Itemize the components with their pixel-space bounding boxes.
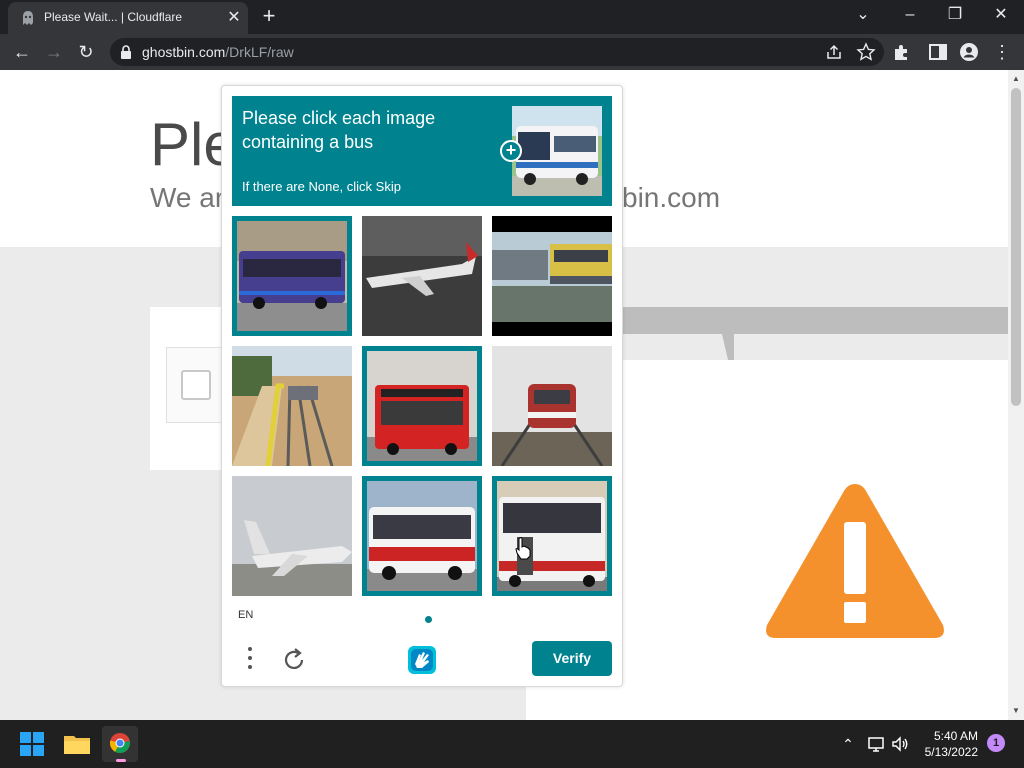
profile-avatar-icon[interactable] <box>959 42 979 62</box>
clock-date: 5/13/2022 <box>924 745 978 759</box>
address-bar[interactable]: ghostbin.com/DrkLF/raw <box>110 38 884 66</box>
language-selector[interactable]: EN <box>238 609 253 621</box>
kebab-menu-icon[interactable]: ⋮ <box>988 38 1016 66</box>
scroll-thumb[interactable] <box>1011 88 1021 406</box>
url-text: ghostbin.com/DrkLF/raw <box>142 44 294 60</box>
bookmark-star-icon[interactable] <box>856 42 876 62</box>
tab-close-icon[interactable]: ✕ <box>224 8 244 28</box>
url-path: /DrkLF/raw <box>225 44 294 60</box>
page-indicator-dot <box>425 616 432 623</box>
captcha-tile-4[interactable] <box>232 346 352 466</box>
minimize-icon[interactable]: – <box>896 4 924 26</box>
scroll-down-icon[interactable]: ▼ <box>1011 706 1021 716</box>
captcha-tile-3[interactable] <box>492 216 612 336</box>
forward-arrow-icon[interactable]: → <box>40 38 68 66</box>
windows-start-icon[interactable] <box>14 726 50 762</box>
page-subtitle-left: We ar <box>150 182 225 213</box>
close-window-icon[interactable]: ✕ <box>987 4 1015 26</box>
captcha-tile-5[interactable] <box>362 346 482 466</box>
prompt-subtitle: If there are None, click Skip <box>242 179 401 194</box>
captcha-tile-2[interactable] <box>362 216 482 336</box>
notification-badge[interactable]: 1 <box>987 734 1005 752</box>
file-explorer-icon[interactable] <box>59 726 95 762</box>
zoom-plus-icon[interactable]: + <box>500 140 522 162</box>
chrome-taskbar-button[interactable] <box>102 726 138 762</box>
url-domain: ghostbin.com <box>142 44 226 60</box>
browser-tab[interactable]: Please Wait... | Cloudflare ✕ <box>8 2 248 34</box>
chrome-icon <box>109 733 130 753</box>
captcha-tile-8[interactable] <box>362 476 482 596</box>
reload-icon[interactable]: ↻ <box>72 38 100 66</box>
gray-banner <box>622 307 1008 334</box>
tab-search-icon[interactable]: ⌄ <box>849 4 877 26</box>
verify-button[interactable]: Verify <box>532 641 612 676</box>
banner-notch <box>722 334 734 360</box>
refresh-icon[interactable] <box>280 646 308 674</box>
example-bus-image <box>512 106 602 196</box>
restore-icon[interactable]: ❐ <box>941 4 969 26</box>
show-hidden-icons-chevron-icon[interactable]: ⌃ <box>838 734 858 754</box>
extensions-puzzle-icon[interactable] <box>892 42 912 62</box>
system-clock[interactable]: 5:40 AM 5/13/2022 <box>914 728 978 760</box>
scroll-up-icon[interactable]: ▲ <box>1011 74 1021 84</box>
warning-triangle-icon <box>766 484 944 638</box>
tab-title: Please Wait... | Cloudflare <box>44 10 183 24</box>
captcha-tile-9[interactable] <box>492 476 612 596</box>
captcha-checkbox-container <box>166 347 226 423</box>
prompt-title: Please click each image containing a bus <box>242 108 436 152</box>
clock-time: 5:40 AM <box>933 729 978 743</box>
volume-icon[interactable] <box>890 734 910 754</box>
page-scrollbar[interactable]: ▲ ▼ <box>1008 70 1024 720</box>
lock-icon <box>121 45 131 59</box>
back-arrow-icon[interactable]: ← <box>8 38 36 66</box>
hand-cursor-icon <box>515 537 531 560</box>
hcaptcha-logo-icon <box>408 646 436 674</box>
ghost-favicon-icon <box>23 11 33 25</box>
captcha-tile-7[interactable] <box>232 476 352 596</box>
page-subtitle-right: bin.com <box>622 182 721 213</box>
new-tab-icon[interactable]: + <box>258 5 280 28</box>
network-icon[interactable] <box>866 734 886 754</box>
side-panel-icon[interactable] <box>928 42 948 62</box>
share-icon[interactable] <box>824 42 844 62</box>
captcha-checkbox[interactable] <box>181 370 211 400</box>
browser-toolbar: ← → ↻ ghostbin.com/DrkLF/raw ⋮ <box>0 34 1024 70</box>
tab-strip: Please Wait... | Cloudflare ✕ + ⌄ – ❐ ✕ <box>0 0 1024 34</box>
captcha-tile-1[interactable] <box>232 216 352 336</box>
captcha-tile-6[interactable] <box>492 346 612 466</box>
hcaptcha-challenge: Please click each image containing a bus… <box>221 85 623 687</box>
windows-taskbar: ⌃ 5:40 AM 5/13/2022 1 <box>0 720 1024 768</box>
captcha-prompt: Please click each image containing a bus… <box>232 96 612 206</box>
active-app-indicator <box>116 759 126 762</box>
menu-dots-icon[interactable] <box>240 644 260 672</box>
